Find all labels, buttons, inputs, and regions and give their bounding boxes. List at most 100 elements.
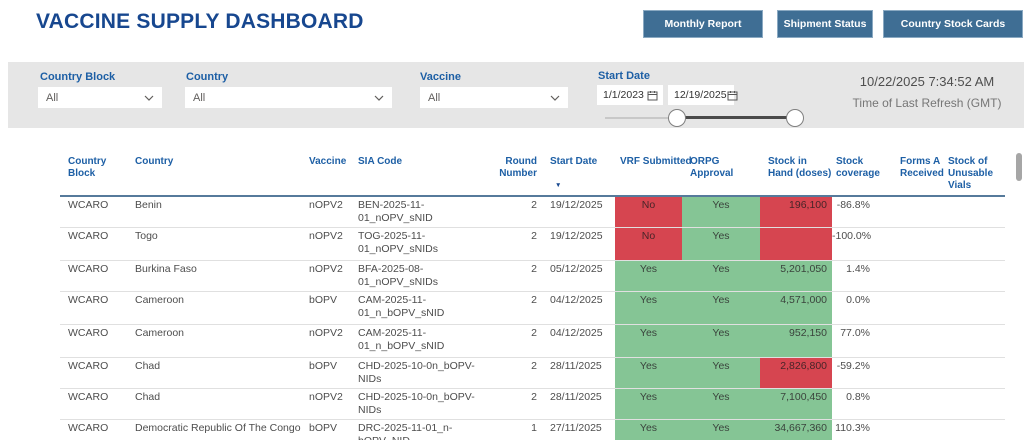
supply-table: Country Block Country Vaccine SIA Code R… <box>60 150 1005 440</box>
table-row: WCAROCameroonnOPV2CAM-2025-11- 01_n_bOPV… <box>60 325 1005 358</box>
monthly-report-button[interactable]: Monthly Report <box>643 10 763 38</box>
cell-round-number: 2 <box>492 389 543 419</box>
cell-country-block: WCARO <box>60 389 127 419</box>
cell-country: Togo <box>127 228 301 260</box>
cell-stock-unusable <box>943 420 1005 440</box>
column-header-start-date[interactable]: Start Date ▼ <box>543 150 615 195</box>
country-stock-cards-button[interactable]: Country Stock Cards <box>883 10 1023 38</box>
cell-stock-unusable <box>943 358 1005 388</box>
start-date-to-value: 12/19/2025 <box>674 89 727 101</box>
chevron-down-icon <box>374 95 384 101</box>
calendar-icon <box>647 90 658 101</box>
cell-start-date: 28/11/2025 <box>543 358 615 388</box>
cell-start-date: 04/12/2025 <box>543 292 615 324</box>
country-dropdown-value: All <box>193 92 205 104</box>
country-dropdown[interactable]: All <box>185 87 392 108</box>
table-body: WCAROBeninnOPV2BEN-2025-11-01_nOPV_sNID2… <box>60 197 1005 440</box>
cell-stock-coverage: -100.0% <box>832 228 880 260</box>
table-row: WCAROBeninnOPV2BEN-2025-11-01_nOPV_sNID2… <box>60 197 1005 228</box>
cell-stock-coverage: -86.8% <box>832 197 880 227</box>
cell-forms-a-received <box>880 261 943 291</box>
cell-orpg-approval: Yes <box>682 197 760 227</box>
cell-start-date: 04/12/2025 <box>543 325 615 357</box>
start-date-from-input[interactable]: 1/1/2023 <box>597 85 663 105</box>
start-date-from-value: 1/1/2023 <box>603 89 644 101</box>
cell-forms-a-received <box>880 292 943 324</box>
cell-stock-coverage: 110.3% <box>832 420 880 440</box>
cell-sia-code: BEN-2025-11-01_nOPV_sNID <box>350 197 492 227</box>
cell-stock-coverage: 77.0% <box>832 325 880 357</box>
column-header-country-block[interactable]: Country Block <box>60 150 127 195</box>
cell-orpg-approval: Yes <box>682 325 760 357</box>
cell-country-block: WCARO <box>60 228 127 260</box>
cell-stock-in-hand: 34,667,360 <box>760 420 832 440</box>
cell-round-number: 2 <box>492 197 543 227</box>
country-block-dropdown[interactable]: All <box>38 87 162 108</box>
cell-sia-code: CAM-2025-11- 01_n_bOPV_sNID <box>350 325 492 357</box>
table-row: WCAROTogonOPV2TOG-2025-11- 01_nOPV_sNIDs… <box>60 228 1005 261</box>
cell-start-date: 19/12/2025 <box>543 197 615 227</box>
cell-stock-unusable <box>943 292 1005 324</box>
column-header-round-number[interactable]: Round Number <box>492 150 543 195</box>
last-refresh-caption: Time of Last Refresh (GMT) <box>842 96 1012 110</box>
cell-stock-coverage: 0.0% <box>832 292 880 324</box>
cell-vrf-submitted: Yes <box>615 325 682 357</box>
cell-start-date: 28/11/2025 <box>543 389 615 419</box>
table-header-row: Country Block Country Vaccine SIA Code R… <box>60 150 1005 197</box>
vaccine-dropdown-value: All <box>428 92 440 104</box>
table-row: WCAROChadnOPV2CHD-2025-10-0n_bOPV-NIDs22… <box>60 389 1005 420</box>
calendar-icon <box>727 90 738 101</box>
cell-country: Cameroon <box>127 325 301 357</box>
cell-stock-unusable <box>943 325 1005 357</box>
cell-stock-coverage: 1.4% <box>832 261 880 291</box>
column-header-country[interactable]: Country <box>127 150 301 195</box>
cell-forms-a-received <box>880 389 943 419</box>
cell-sia-code: TOG-2025-11- 01_nOPV_sNIDs <box>350 228 492 260</box>
cell-country-block: WCARO <box>60 420 127 440</box>
column-header-vrf-submitted[interactable]: VRF Submitted <box>615 150 682 195</box>
cell-stock-in-hand <box>760 228 832 260</box>
cell-forms-a-received <box>880 228 943 260</box>
table-row: WCAROCameroonbOPVCAM-2025-11- 01_n_bOPV_… <box>60 292 1005 325</box>
cell-stock-unusable <box>943 261 1005 291</box>
start-date-to-input[interactable]: 12/19/2025 <box>668 85 734 105</box>
cell-country: Chad <box>127 358 301 388</box>
column-header-vaccine[interactable]: Vaccine <box>301 150 350 195</box>
cell-country: Burkina Faso <box>127 261 301 291</box>
column-header-orpg-approval[interactable]: ORPG Approval <box>682 150 760 195</box>
country-block-filter-label: Country Block <box>40 71 115 83</box>
cell-stock-in-hand: 5,201,050 <box>760 261 832 291</box>
date-slider-handle-start[interactable] <box>668 109 686 127</box>
cell-round-number: 2 <box>492 261 543 291</box>
cell-vrf-submitted: No <box>615 197 682 227</box>
cell-country-block: WCARO <box>60 197 127 227</box>
cell-start-date: 19/12/2025 <box>543 228 615 260</box>
cell-vaccine: nOPV2 <box>301 228 350 260</box>
cell-vaccine: bOPV <box>301 358 350 388</box>
cell-country: Chad <box>127 389 301 419</box>
cell-stock-unusable <box>943 228 1005 260</box>
cell-stock-unusable <box>943 389 1005 419</box>
cell-country-block: WCARO <box>60 325 127 357</box>
chevron-down-icon <box>550 95 560 101</box>
vertical-scrollbar-thumb[interactable] <box>1016 153 1022 181</box>
column-header-stock-in-hand[interactable]: Stock in Hand (doses) <box>760 150 832 195</box>
cell-stock-in-hand: 7,100,450 <box>760 389 832 419</box>
vaccine-dropdown[interactable]: All <box>420 87 568 108</box>
shipment-status-button[interactable]: Shipment Status <box>777 10 873 38</box>
cell-stock-in-hand: 952,150 <box>760 325 832 357</box>
date-slider-selected-range[interactable] <box>677 116 795 119</box>
column-header-stock-coverage[interactable]: Stock coverage <box>832 150 880 195</box>
cell-vaccine: nOPV2 <box>301 261 350 291</box>
cell-stock-unusable <box>943 197 1005 227</box>
cell-country: Cameroon <box>127 292 301 324</box>
column-header-stock-unusable-vials[interactable]: Stock of Unusable Vials <box>943 150 1005 195</box>
cell-round-number: 2 <box>492 292 543 324</box>
cell-round-number: 1 <box>492 420 543 440</box>
date-slider-handle-end[interactable] <box>786 109 804 127</box>
column-header-sia-code[interactable]: SIA Code <box>350 150 492 195</box>
sort-desc-icon: ▼ <box>555 180 561 192</box>
column-header-forms-a-received[interactable]: Forms A Received <box>880 150 943 195</box>
country-filter-label: Country <box>186 71 228 83</box>
cell-vaccine: nOPV2 <box>301 197 350 227</box>
